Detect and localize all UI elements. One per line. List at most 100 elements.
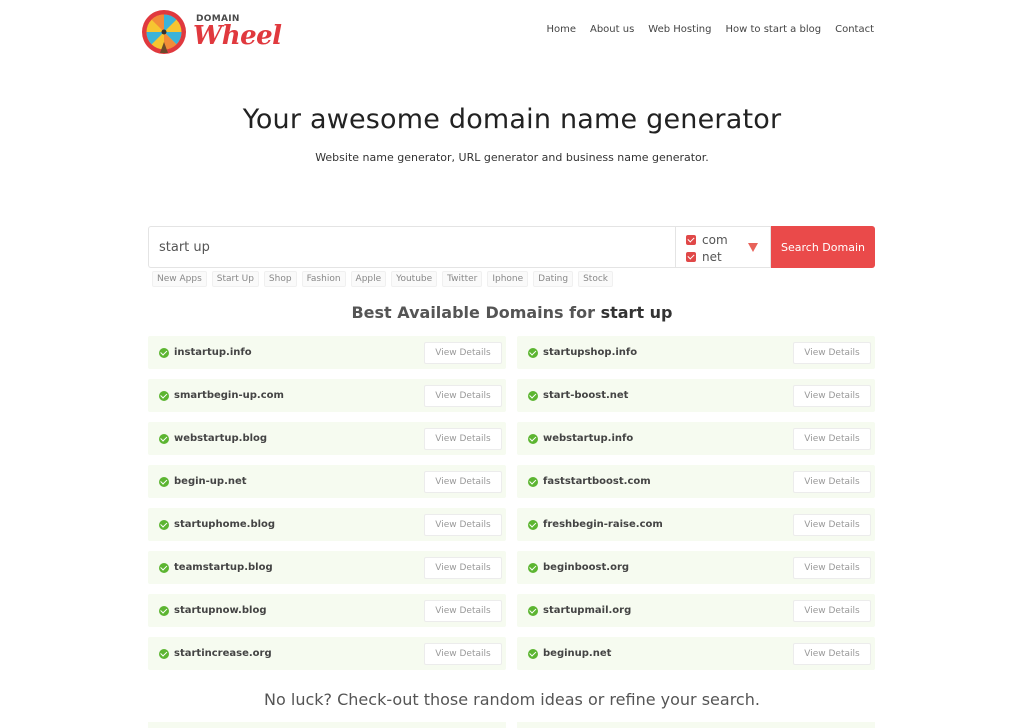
view-details-button[interactable]: View Details — [793, 341, 871, 364]
domain-name: startincrease.org — [174, 648, 272, 659]
view-details-button[interactable]: View Details — [424, 642, 502, 665]
check-circle-icon — [159, 519, 169, 530]
tag[interactable]: Fashion — [301, 271, 346, 287]
domain-result: beginboost.org View Details — [517, 551, 875, 584]
nav-home[interactable]: Home — [546, 24, 576, 35]
nav-web-hosting[interactable]: Web Hosting — [648, 24, 711, 35]
check-circle-icon — [528, 648, 538, 659]
view-details-button[interactable]: View Details — [424, 556, 502, 579]
logo-wheel-text: Wheel — [193, 21, 282, 51]
results-heading-query: start up — [600, 303, 673, 322]
site-header: DOMAIN Wheel Home About us Web Hosting H… — [0, 0, 1024, 64]
tag[interactable]: Shop — [263, 271, 297, 287]
view-details-button[interactable]: View Details — [793, 642, 871, 665]
domain-result: startupshop.info View Details — [517, 336, 875, 369]
tag[interactable]: Apple — [350, 271, 387, 287]
results-heading: Best Available Domains for start up — [0, 303, 1024, 322]
domain-name: start-boost.net — [543, 390, 629, 401]
domain-name: beginup.net — [543, 648, 612, 659]
domain-name: webstartup.info — [543, 433, 634, 444]
view-details-button[interactable]: View Details — [793, 427, 871, 450]
tag[interactable]: Dating — [533, 271, 574, 287]
domain-name: startuphome.blog — [174, 519, 276, 530]
keyword-tags: New Apps Start Up Shop Fashion Apple You… — [152, 271, 613, 287]
view-details-button[interactable]: View Details — [424, 341, 502, 364]
view-details-button[interactable]: View Details — [424, 384, 502, 407]
domain-result: start-boost.net View Details — [517, 379, 875, 412]
view-details-button[interactable]: View Details — [793, 513, 871, 536]
domain-result: smartbegin-up.com View Details — [148, 379, 506, 412]
nav-about-us[interactable]: About us — [590, 24, 634, 35]
check-circle-icon — [528, 562, 538, 573]
domain-result: startuphome.blog View Details — [148, 508, 506, 541]
tag[interactable]: Start Up — [211, 271, 259, 287]
view-details-button[interactable]: View Details — [793, 599, 871, 622]
domain-result: faststartboost.com View Details — [517, 465, 875, 498]
search-domain-button[interactable]: Search Domain — [771, 226, 875, 268]
domain-name: instartup.info — [174, 347, 252, 358]
domain-name: startupnow.blog — [174, 605, 267, 616]
view-details-button[interactable]: View Details — [793, 384, 871, 407]
domain-result: freshbegin-raise.com View Details — [517, 508, 875, 541]
check-circle-icon — [528, 519, 538, 530]
check-circle-icon — [159, 476, 169, 487]
check-circle-icon — [528, 347, 538, 358]
checkbox-checked-icon[interactable] — [686, 234, 696, 245]
check-circle-icon — [159, 605, 169, 616]
domain-name: freshbegin-raise.com — [543, 519, 663, 530]
results-heading-prefix: Best Available Domains for — [351, 303, 595, 322]
no-luck-prompt: No luck? Check-out those random ideas or… — [264, 690, 760, 709]
page-subtitle: Website name generator, URL generator an… — [315, 151, 709, 164]
tag[interactable]: Youtube — [391, 271, 438, 287]
check-circle-icon — [159, 433, 169, 444]
tag[interactable]: New Apps — [152, 271, 207, 287]
logo[interactable]: DOMAIN Wheel — [141, 8, 286, 56]
check-circle-icon — [159, 562, 169, 573]
domain-result: beginup.net View Details — [517, 637, 875, 670]
view-details-button[interactable]: View Details — [424, 599, 502, 622]
domain-name: webstartup.blog — [174, 433, 268, 444]
search-bar: com net Search Domain — [148, 226, 875, 268]
check-circle-icon — [159, 648, 169, 659]
domain-name: smartbegin-up.com — [174, 390, 284, 401]
nav-contact[interactable]: Contact — [835, 24, 874, 35]
domain-name: beginboost.org — [543, 562, 630, 573]
tag[interactable]: Twitter — [442, 271, 483, 287]
domain-result: startupnow.blog View Details — [148, 594, 506, 627]
view-details-button[interactable]: View Details — [424, 470, 502, 493]
domain-name: startupshop.info — [543, 347, 638, 358]
wheel-logo-icon — [142, 10, 186, 54]
check-circle-icon — [528, 605, 538, 616]
view-details-button[interactable]: View Details — [424, 427, 502, 450]
search-input[interactable] — [148, 226, 675, 268]
domain-result: instartup.info View Details — [148, 336, 506, 369]
domain-result: begin-up.net View Details — [148, 465, 506, 498]
check-circle-icon — [528, 476, 538, 487]
tag[interactable]: Stock — [578, 271, 613, 287]
check-circle-icon — [528, 390, 538, 401]
domain-name: teamstartup.blog — [174, 562, 273, 573]
domain-result: startupmail.org View Details — [517, 594, 875, 627]
tld-dropdown[interactable]: com net — [675, 226, 771, 268]
view-details-button[interactable]: View Details — [793, 470, 871, 493]
next-results-strip — [148, 722, 875, 728]
domain-name: begin-up.net — [174, 476, 247, 487]
tag[interactable]: Iphone — [487, 271, 529, 287]
domain-result: webstartup.blog View Details — [148, 422, 506, 455]
check-circle-icon — [159, 347, 169, 358]
view-details-button[interactable]: View Details — [793, 556, 871, 579]
tld-label: net — [702, 249, 722, 264]
domain-result: startincrease.org View Details — [148, 637, 506, 670]
check-circle-icon — [159, 390, 169, 401]
domain-result: webstartup.info View Details — [517, 422, 875, 455]
main-nav: Home About us Web Hosting How to start a… — [532, 24, 874, 35]
domain-name: faststartboost.com — [543, 476, 651, 487]
view-details-button[interactable]: View Details — [424, 513, 502, 536]
nav-start-blog[interactable]: How to start a blog — [726, 24, 822, 35]
checkbox-checked-icon[interactable] — [686, 251, 696, 262]
page-title: Your awesome domain name generator — [242, 104, 782, 135]
domain-name: startupmail.org — [543, 605, 632, 616]
tld-label: com — [702, 232, 728, 247]
caret-down-icon[interactable] — [748, 243, 758, 252]
domain-result: teamstartup.blog View Details — [148, 551, 506, 584]
